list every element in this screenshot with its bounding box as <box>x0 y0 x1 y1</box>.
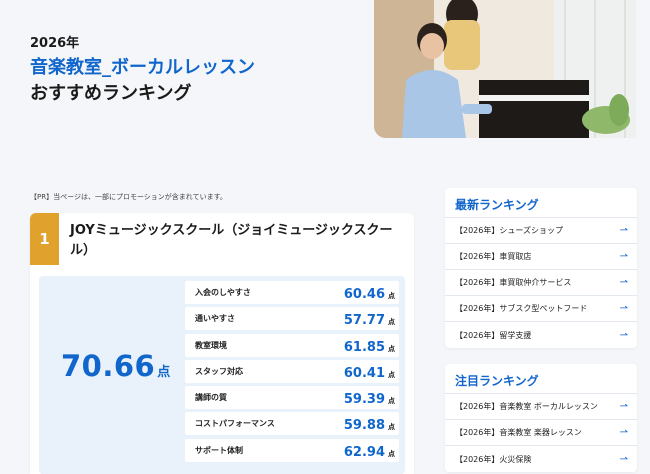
score-row: 入会のしやすさ 60.46 点 <box>185 281 399 304</box>
featured-ranking-item-label: 【2026年】火災保険 <box>455 454 532 464</box>
hero-title: 2026年 音楽教室_ボーカルレッスン おすすめランキング <box>30 35 255 106</box>
score-label: 講師の質 <box>195 393 227 403</box>
score-panel: 70.66 点 入会のしやすさ 60.46 点 通いやすさ 57.77 点 教室環境 … <box>39 276 405 474</box>
total-score: 70.66 点 <box>61 349 170 383</box>
total-score-value: 70.66 <box>61 349 156 383</box>
score-unit: 点 <box>388 292 395 300</box>
score-value: 61.85 <box>343 339 385 355</box>
latest-ranking-item-label: 【2026年】留学支援 <box>455 330 532 340</box>
latest-ranking-item-label: 【2026年】車買取店 <box>455 252 532 261</box>
latest-ranking-item[interactable]: 【2026年】サブスク型ペットフード ⇀ <box>445 296 637 322</box>
score-unit: 点 <box>388 449 395 458</box>
score-value: 60.41 <box>343 365 385 381</box>
latest-ranking-item[interactable]: 【2026年】車買取店 ⇀ <box>445 244 637 270</box>
hero-title-sub: おすすめランキング <box>30 83 192 104</box>
score-unit: 点 <box>388 318 395 327</box>
score-label: 教室環境 <box>195 340 227 350</box>
score-label: サポート体制 <box>195 445 243 455</box>
score-value: 60.46 <box>343 287 385 302</box>
total-score-unit: 点 <box>157 365 171 380</box>
score-label: 入会のしやすさ <box>195 288 251 297</box>
score-label: 通いやすさ <box>195 314 235 324</box>
hero-year: 2026年 <box>30 36 80 51</box>
score-unit: 点 <box>388 370 395 379</box>
latest-ranking-item[interactable]: 【2026年】留学支援 ⇀ <box>445 322 637 348</box>
score-label: スタッフ対応 <box>195 366 243 376</box>
ranking-card: 1 JOYミュージックスクール（ジョイミュージックスクール） 70.66 点 入会… <box>30 213 414 474</box>
score-row: 教室環境 61.85 点 <box>185 333 399 357</box>
score-row: サポート体制 62.94 点 <box>185 438 399 462</box>
score-value: 59.88 <box>343 418 385 434</box>
score-breakdown: 入会のしやすさ 60.46 点 通いやすさ 57.77 点 教室環境 61.85 点 … <box>185 281 399 465</box>
arrow-right-icon: ⇀ <box>619 303 628 314</box>
piano-lesson-illustration <box>374 0 636 138</box>
featured-ranking-item[interactable]: 【2026年】音楽教室 ボーカルレッスン ⇀ <box>445 394 637 420</box>
pr-disclosure: 【PR】当ページは、一部にプロモーションが含まれています。 <box>30 193 227 201</box>
latest-ranking-item-label: 【2026年】シューズショップ <box>455 226 563 235</box>
arrow-right-icon: ⇀ <box>619 251 628 262</box>
latest-ranking-item[interactable]: 【2026年】シューズショップ ⇀ <box>445 218 637 244</box>
score-row: 通いやすさ 57.77 点 <box>185 307 399 331</box>
school-name[interactable]: JOYミュージックスクール（ジョイミュージックスクール） <box>70 221 400 261</box>
latest-ranking-item-label: 【2026年】車買取仲介サービス <box>455 278 572 287</box>
score-unit: 点 <box>388 344 395 353</box>
featured-ranking-item[interactable]: 【2026年】火災保険 ⇀ <box>445 446 637 472</box>
featured-ranking-box: 注目ランキング 【2026年】音楽教室 ボーカルレッスン ⇀ 【2026年】音楽… <box>445 364 637 472</box>
latest-ranking-title: 最新ランキング <box>445 188 637 218</box>
hero-image <box>374 0 636 138</box>
rank-badge: 1 <box>30 213 59 265</box>
score-label: コストパフォーマンス <box>195 419 275 429</box>
score-unit: 点 <box>388 397 395 406</box>
arrow-right-icon: ⇀ <box>619 225 628 236</box>
score-unit: 点 <box>388 423 395 432</box>
latest-ranking-box: 最新ランキング 【2026年】シューズショップ ⇀ 【2026年】車買取店 ⇀ … <box>445 188 637 348</box>
featured-ranking-item-label: 【2026年】音楽教室 ボーカルレッスン <box>455 402 598 411</box>
featured-ranking-item[interactable]: 【2026年】音楽教室 楽器レッスン ⇀ <box>445 420 637 446</box>
arrow-right-icon: ⇀ <box>619 329 628 341</box>
latest-ranking-item[interactable]: 【2026年】車買取仲介サービス ⇀ <box>445 270 637 296</box>
featured-ranking-title: 注目ランキング <box>445 364 637 394</box>
featured-ranking-item-label: 【2026年】音楽教室 楽器レッスン <box>455 428 582 437</box>
latest-ranking-item-label: 【2026年】サブスク型ペットフード <box>455 304 588 313</box>
hero-title-main: 音楽教室_ボーカルレッスン <box>30 57 255 78</box>
score-value: 59.39 <box>343 392 385 408</box>
score-value: 57.77 <box>343 313 385 329</box>
arrow-right-icon: ⇀ <box>619 277 628 288</box>
score-value: 62.94 <box>343 444 385 460</box>
score-row: コストパフォーマンス 59.88 点 <box>185 412 399 436</box>
arrow-right-icon: ⇀ <box>619 453 628 465</box>
arrow-right-icon: ⇀ <box>619 427 628 438</box>
score-row: スタッフ対応 60.41 点 <box>185 359 399 383</box>
score-row: 講師の質 59.39 点 <box>185 386 399 410</box>
arrow-right-icon: ⇀ <box>619 401 628 412</box>
